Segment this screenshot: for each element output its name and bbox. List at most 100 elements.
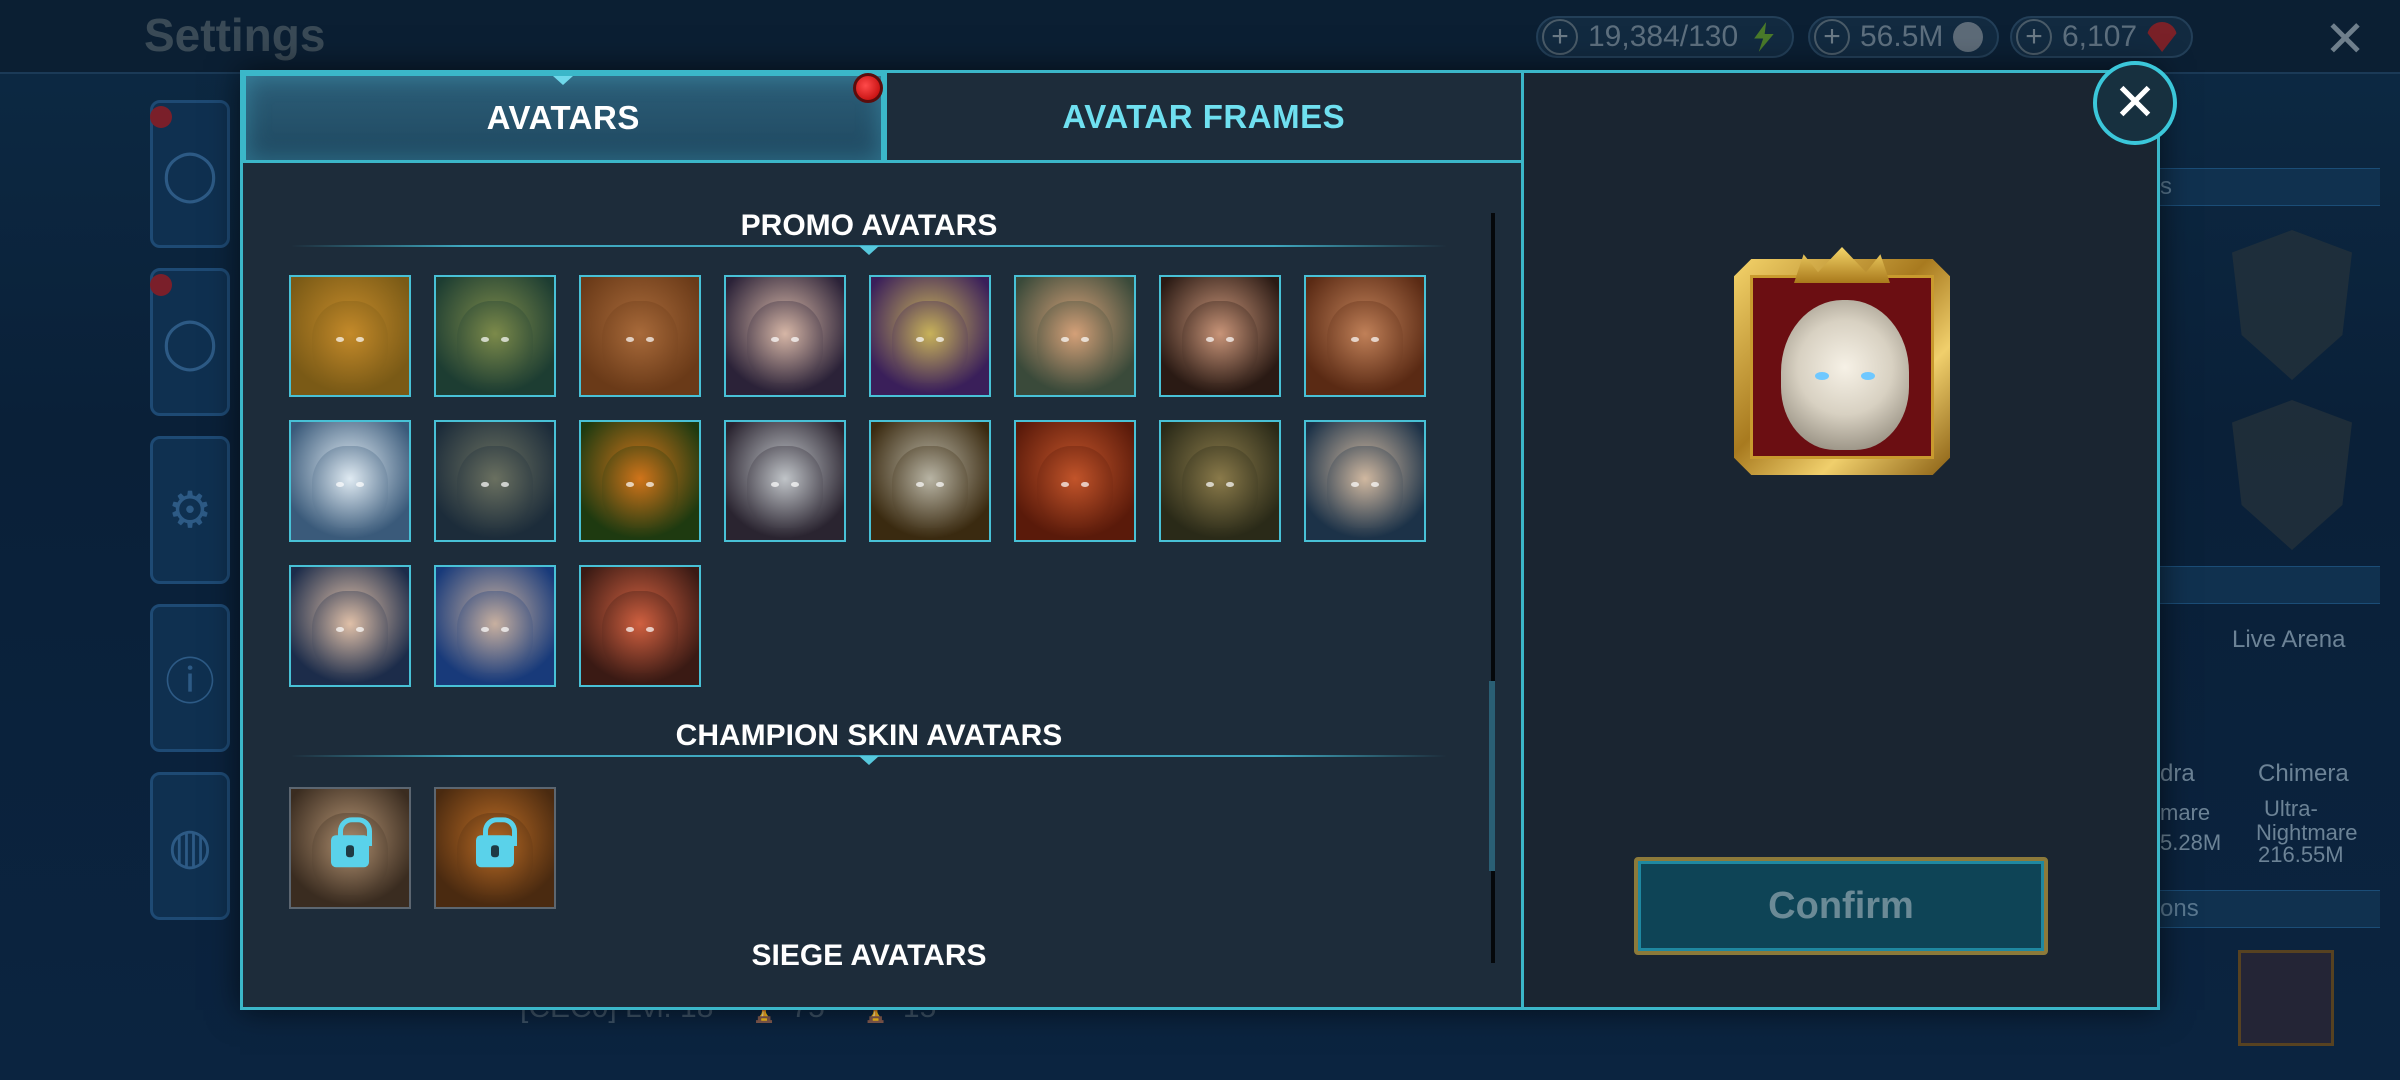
avatar-eye [1371, 336, 1379, 342]
gem-resource[interactable]: + 6,107 [2010, 16, 2194, 58]
avatar-tile[interactable] [724, 420, 846, 542]
avatar-eye [1081, 336, 1089, 342]
avatar-eye [1226, 336, 1234, 342]
avatar-eye [1351, 481, 1359, 487]
avatar-eye [481, 336, 489, 342]
avatar-tile[interactable] [579, 275, 701, 397]
chimera-difficulty: Ultra- [2264, 796, 2318, 821]
confirm-button[interactable]: Confirm [1634, 857, 2048, 955]
section-bar-label: s [2160, 173, 2172, 200]
avatar-modal: AVATARS AVATAR FRAMES PROMO AVATARS CHAM… [240, 61, 2177, 1010]
avatar-tile[interactable] [1159, 420, 1281, 542]
chimera-label: Chimera [2258, 760, 2349, 787]
avatar-eye [771, 336, 779, 342]
avatar-tile[interactable] [289, 420, 411, 542]
gem-value: 6,107 [2062, 20, 2138, 53]
lion-face [1781, 300, 1909, 450]
notification-dot [853, 73, 883, 103]
avatar-tile[interactable] [869, 420, 991, 542]
gem-icon [2147, 22, 2178, 52]
gear-icon[interactable]: ⚙ [150, 436, 230, 584]
lion-eye [1815, 372, 1829, 380]
settings-close-icon[interactable]: ✕ [2324, 10, 2366, 68]
silver-resource[interactable]: + 56.5M [1808, 16, 2000, 58]
avatar-eye [501, 626, 509, 632]
frame-crest [1794, 247, 1890, 283]
lion-eye [1861, 372, 1875, 380]
avatar-tile[interactable] [579, 565, 701, 687]
notification-dot [150, 106, 172, 128]
background-right-panel: s Live Arena dra Chimera mare 5.28M Ultr… [2160, 80, 2400, 1080]
avatar-tile[interactable] [289, 565, 411, 687]
plus-icon[interactable]: + [1542, 19, 1578, 55]
avatar-eye [936, 481, 944, 487]
avatar-tile[interactable] [1304, 275, 1426, 397]
avatar-tile[interactable] [1014, 275, 1136, 397]
globe-icon[interactable]: ◍ [150, 772, 230, 920]
close-icon[interactable]: ✕ [2093, 61, 2177, 145]
plus-icon[interactable]: + [2016, 19, 2052, 55]
plus-icon[interactable]: + [1814, 19, 1850, 55]
avatar-eye [916, 336, 924, 342]
avatar-eye [626, 336, 634, 342]
avatar-portrait [1182, 300, 1258, 384]
avatar-portrait [312, 445, 388, 529]
info-icon[interactable]: ⓘ [150, 604, 230, 752]
energy-icon [1754, 22, 1774, 52]
avatar-portrait [457, 445, 533, 529]
avatar-tile[interactable] [434, 565, 556, 687]
live-arena-label: Live Arena [2232, 626, 2346, 653]
energy-resource[interactable]: + 19,384/130 [1536, 16, 1795, 58]
avatar-eye [646, 481, 654, 487]
hydra-damage: 5.28M [2160, 830, 2222, 855]
section-title-siege: SIEGE AVATARS [751, 939, 987, 972]
avatar-tile[interactable] [434, 787, 556, 909]
avatar-tile[interactable] [434, 420, 556, 542]
avatar-eye [791, 481, 799, 487]
avatar-eye [1226, 481, 1234, 487]
avatar-portrait [457, 300, 533, 384]
page-title: Settings [144, 9, 326, 61]
avatar-tile[interactable] [1014, 420, 1136, 542]
avatar-tile[interactable] [289, 787, 411, 909]
avatar-list-pane: AVATARS AVATAR FRAMES PROMO AVATARS CHAM… [243, 73, 1521, 1007]
avatar-portrait [747, 300, 823, 384]
avatar-tile[interactable] [289, 275, 411, 397]
silver-value: 56.5M [1860, 20, 1944, 53]
avatar-eye [481, 626, 489, 632]
avatar-eye [1371, 481, 1379, 487]
avatar-portrait [602, 445, 678, 529]
avatar-eye [356, 481, 364, 487]
chimera-damage: 216.55M [2258, 842, 2344, 867]
avatar-portrait [892, 300, 968, 384]
avatar-tile[interactable] [434, 275, 556, 397]
avatar-tile[interactable] [1304, 420, 1426, 542]
scrollbar-thumb[interactable] [1489, 681, 1495, 871]
avatar-eye [1081, 481, 1089, 487]
avatar-portrait [602, 590, 678, 674]
avatar-tile[interactable] [1159, 275, 1281, 397]
avatar-eye [1206, 336, 1214, 342]
tab-avatars[interactable]: AVATARS [243, 73, 884, 163]
avatar-tile[interactable] [724, 275, 846, 397]
avatar-portrait [1037, 445, 1113, 529]
notification-dot [150, 274, 172, 296]
avatar-eye [336, 481, 344, 487]
avatar-portrait [1327, 300, 1403, 384]
avatar-eye [791, 336, 799, 342]
section-divider [291, 755, 1447, 757]
section-title-promo: PROMO AVATARS [740, 209, 998, 242]
section-divider [291, 245, 1447, 247]
avatar-eye [501, 481, 509, 487]
hydra-label: dra [2160, 760, 2195, 787]
avatar-eye [646, 626, 654, 632]
avatar-tile[interactable] [579, 420, 701, 542]
lion-avatar-icon [1750, 275, 1934, 459]
hydra-difficulty: mare [2160, 800, 2211, 825]
lock-icon [476, 817, 517, 868]
tab-avatar-frames[interactable]: AVATAR FRAMES [883, 73, 1521, 163]
section-bar [2160, 566, 2380, 604]
energy-value: 19,384/130 [1588, 20, 1739, 53]
avatar-eye [1061, 481, 1069, 487]
avatar-tile[interactable] [869, 275, 991, 397]
